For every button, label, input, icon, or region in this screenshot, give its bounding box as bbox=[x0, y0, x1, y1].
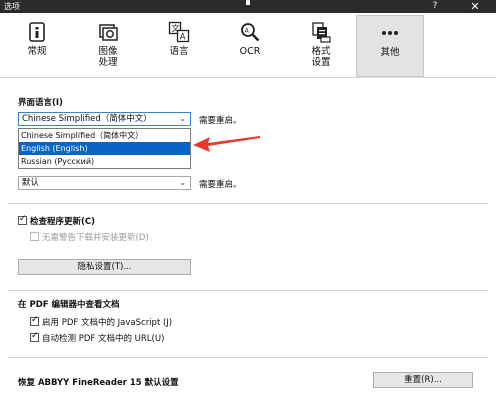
format-settings-icon bbox=[312, 22, 331, 43]
title-bar-marker bbox=[246, 0, 250, 5]
red-arrow-annotation bbox=[193, 136, 260, 152]
divider bbox=[8, 290, 488, 291]
options-toolbar: 常规 图像 处理 文 A 语言 A OCR 格式 设置 其他 bbox=[0, 13, 496, 78]
more-dots-icon bbox=[382, 31, 398, 35]
pdf-javascript-label: 启用 PDF 文档中的 JavaScript (J) bbox=[42, 318, 173, 328]
ui-language-label: 界面语言(I) bbox=[18, 98, 63, 108]
tab-ocr[interactable]: A OCR bbox=[218, 15, 282, 77]
check-updates-label: 检查程序更新(C) bbox=[30, 217, 96, 227]
dropdown-option-chinese[interactable]: Chinese Simplified（简体中文） bbox=[19, 129, 190, 142]
silent-update-checkbox bbox=[30, 232, 39, 241]
help-button[interactable]: ? bbox=[425, 0, 445, 13]
tab-general[interactable]: 常规 bbox=[5, 15, 69, 77]
reset-button[interactable]: 重置(R)... bbox=[373, 372, 473, 388]
pdf-javascript-row[interactable]: 启用 PDF 文档中的 JavaScript (J) bbox=[30, 315, 173, 329]
restore-defaults-label: 恢复 ABBYY FineReader 15 默认设置 bbox=[18, 378, 179, 388]
silent-update-label: 无需警告下载并安装更新(D) bbox=[42, 233, 149, 243]
pdf-url-row[interactable]: 自动检测 PDF 文档中的 URL(U) bbox=[30, 331, 165, 345]
tab-label: 格式 设置 bbox=[311, 46, 331, 68]
svg-text:A: A bbox=[180, 33, 186, 43]
second-select-restart-note: 需要重启。 bbox=[199, 180, 242, 190]
window-title: 选项 bbox=[4, 2, 20, 11]
divider bbox=[8, 203, 488, 204]
tab-label: 语言 bbox=[169, 46, 189, 57]
language-icon: 文 A bbox=[168, 21, 190, 43]
tab-other[interactable]: 其他 bbox=[356, 15, 424, 77]
tab-label: OCR bbox=[239, 46, 261, 57]
ui-language-dropdown: Chinese Simplified（简体中文） English (Englis… bbox=[18, 128, 191, 169]
tab-label: 常规 bbox=[27, 46, 47, 57]
dropdown-option-russian[interactable]: Russian (Русский) bbox=[19, 155, 190, 168]
ui-language-select[interactable]: Chinese Simplified（简体中文） ⌄ bbox=[18, 112, 191, 126]
second-select[interactable]: 默认 ⌄ bbox=[18, 176, 191, 190]
silent-update-row: 无需警告下载并安装更新(D) bbox=[30, 232, 149, 244]
pdf-javascript-checkbox[interactable] bbox=[30, 315, 39, 326]
dropdown-option-english[interactable]: English (English) bbox=[19, 142, 190, 155]
ui-language-restart-note: 需要重启。 bbox=[199, 116, 242, 126]
image-processing-icon bbox=[99, 24, 118, 41]
tab-format-settings[interactable]: 格式 设置 bbox=[289, 15, 353, 77]
check-updates-row[interactable]: 检查程序更新(C) bbox=[18, 214, 96, 228]
tab-image-processing[interactable]: 图像 处理 bbox=[76, 15, 140, 77]
close-button[interactable]: ✕ bbox=[465, 0, 485, 13]
tab-label: 其他 bbox=[380, 47, 400, 58]
ui-language-value: Chinese Simplified（简体中文） bbox=[22, 114, 152, 124]
check-updates-checkbox[interactable] bbox=[18, 214, 27, 225]
second-select-value: 默认 bbox=[22, 178, 40, 188]
pdf-url-checkbox[interactable] bbox=[30, 331, 39, 342]
chevron-down-icon: ⌄ bbox=[179, 178, 186, 187]
pdf-url-label: 自动检测 PDF 文档中的 URL(U) bbox=[42, 334, 165, 344]
ocr-magnifier-icon: A bbox=[241, 23, 260, 42]
info-card-icon bbox=[29, 22, 45, 42]
tab-label: 图像 处理 bbox=[98, 46, 118, 68]
title-bar: 选项 ? ✕ bbox=[0, 0, 496, 13]
divider bbox=[8, 357, 488, 358]
chevron-down-icon: ⌄ bbox=[179, 114, 186, 123]
tab-language[interactable]: 文 A 语言 bbox=[147, 15, 211, 77]
svg-text:A: A bbox=[245, 28, 250, 35]
pdf-section-heading: 在 PDF 编辑器中查看文档 bbox=[18, 300, 120, 310]
privacy-settings-button[interactable]: 隐私设置(T)... bbox=[18, 259, 191, 275]
